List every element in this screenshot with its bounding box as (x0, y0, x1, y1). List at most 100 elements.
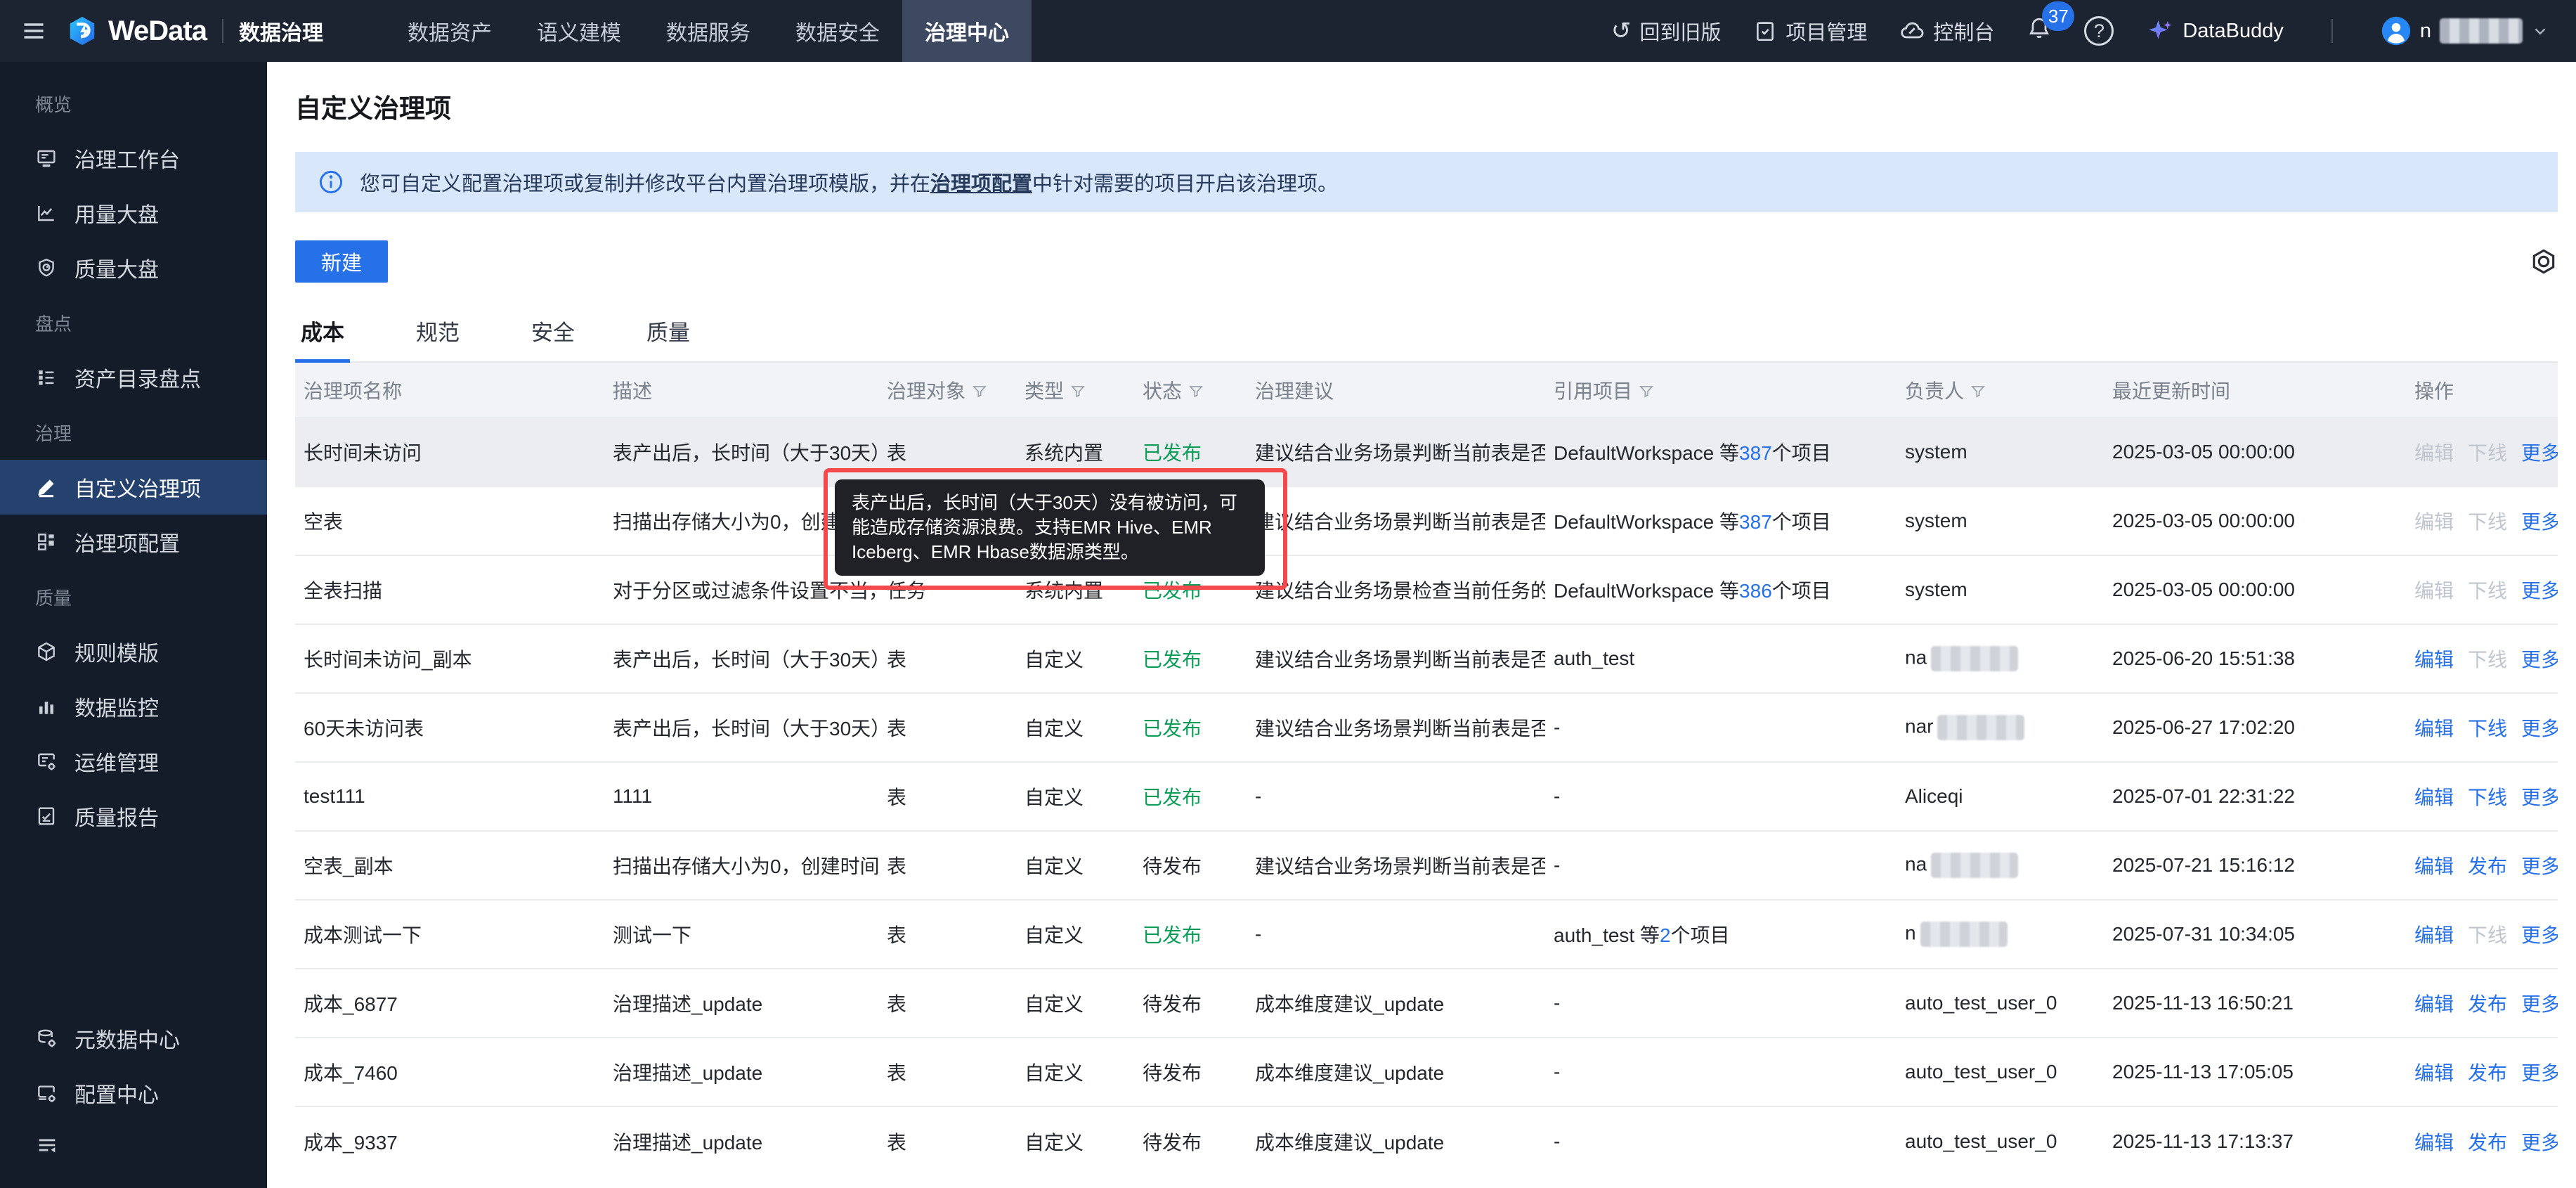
hamburger-menu-icon[interactable] (21, 18, 46, 44)
sidebar-collapse-button[interactable] (0, 1121, 267, 1170)
action-更多[interactable]: 更多 (2521, 718, 2558, 740)
filter-funnel-icon[interactable] (1069, 383, 1086, 400)
status-badge: 待发布 (1143, 1132, 1202, 1154)
action-下线[interactable]: 下线 (2468, 787, 2507, 808)
action-发布[interactable]: 发布 (2468, 1132, 2507, 1154)
cell-type: 自定义 (1016, 624, 1134, 693)
action-更多[interactable]: 更多 (2521, 580, 2558, 602)
sidebar-item[interactable]: 治理项配置 (0, 515, 267, 569)
action-更多[interactable]: 更多 (2521, 787, 2558, 808)
cell-status: 待发布 (1134, 1038, 1247, 1106)
action-编辑[interactable]: 编辑 (2414, 649, 2454, 671)
action-编辑[interactable]: 编辑 (2414, 1062, 2454, 1084)
action-发布[interactable]: 发布 (2468, 1062, 2507, 1084)
edit-pen-icon (35, 476, 58, 498)
action-编辑[interactable]: 编辑 (2414, 787, 2454, 808)
column-header: 操作 (2406, 363, 2558, 418)
cell-suggestion: 建议结合业务场景判断当前表是否... (1247, 624, 1545, 693)
sidebar-bottom: 元数据中心配置中心 (0, 1011, 267, 1170)
nav-item-2[interactable]: 数据服务 (644, 0, 773, 62)
sidebar-item[interactable]: 配置中心 (0, 1066, 267, 1121)
tab-3[interactable]: 质量 (641, 315, 696, 363)
notifications-bell[interactable]: 37 (2027, 15, 2052, 46)
cell-projects: - (1545, 1038, 1897, 1106)
cell-suggestion: 成本维度建议_update (1247, 1038, 1545, 1106)
nav-item-3[interactable]: 数据安全 (773, 0, 902, 62)
cell-updated: 2025-11-13 17:05:05 (2104, 1038, 2406, 1106)
action-更多[interactable]: 更多 (2521, 649, 2558, 671)
table-row: test1111111表自定义已发布--Aliceqi2025-07-01 22… (295, 762, 2558, 831)
action-发布[interactable]: 发布 (2468, 856, 2507, 877)
user-menu[interactable]: n (2381, 15, 2549, 46)
sidebar-item[interactable]: 质量大盘 (0, 240, 267, 295)
action-编辑[interactable]: 编辑 (2414, 1132, 2454, 1154)
action-编辑[interactable]: 编辑 (2414, 924, 2454, 946)
action-下线[interactable]: 下线 (2468, 718, 2507, 740)
filter-funnel-icon[interactable] (971, 383, 988, 400)
user-name-blurred (2440, 18, 2523, 44)
action-发布[interactable]: 发布 (2468, 993, 2507, 1015)
product-name[interactable]: 数据治理 (239, 15, 323, 46)
console-link[interactable]: 控制台 (1899, 16, 1994, 46)
page-title: 自定义治理项 (295, 87, 2576, 125)
create-button[interactable]: 新建 (295, 240, 388, 283)
banner-link-governance-config[interactable]: 治理项配置 (930, 173, 1032, 195)
action-更多[interactable]: 更多 (2521, 511, 2558, 533)
filter-funnel-icon[interactable] (1638, 383, 1655, 400)
sidebar-item[interactable]: 用量大盘 (0, 186, 267, 240)
tab-1[interactable]: 规范 (410, 315, 465, 363)
sidebar-item[interactable]: 质量报告 (0, 789, 267, 844)
sidebar-item[interactable]: 元数据中心 (0, 1011, 267, 1066)
table-settings-icon[interactable] (2530, 247, 2558, 276)
governance-items-table: 治理项名称描述治理对象类型状态治理建议引用项目负责人最近更新时间操作 长时间未访… (295, 363, 2558, 1175)
action-编辑[interactable]: 编辑 (2414, 993, 2454, 1015)
info-banner: 您可自定义配置治理项或复制并修改平台内置治理项模版，并在治理项配置中针对需要的项… (295, 152, 2558, 212)
table-row: 长时间未访问表产出后，长时间（大于30天）...表系统内置已发布建议结合业务场景… (295, 418, 2558, 486)
sidebar-item[interactable]: 运维管理 (0, 734, 267, 789)
filter-funnel-icon[interactable] (1970, 383, 1986, 400)
tab-0[interactable]: 成本 (295, 315, 350, 363)
action-更多[interactable]: 更多 (2521, 856, 2558, 877)
navbar-left: WeData 数据治理 数据资产语义建模数据服务数据安全治理中心 (0, 0, 1032, 62)
sidebar-item[interactable]: 资产目录盘点 (0, 350, 267, 405)
tab-2[interactable]: 安全 (526, 315, 580, 363)
brand-name: WeData (108, 15, 207, 47)
owner-name-blurred (1931, 646, 2018, 671)
category-tabs: 成本 规范 安全 质量 (295, 315, 2558, 363)
nav-item-1[interactable]: 语义建模 (514, 0, 644, 62)
nav-item-0[interactable]: 数据资产 (385, 0, 514, 62)
sidebar-item[interactable]: 自定义治理项 (0, 460, 267, 515)
wedata-logo[interactable]: WeData (66, 15, 207, 47)
filter-funnel-icon[interactable] (1188, 383, 1204, 400)
cell-type: 自定义 (1016, 762, 1134, 831)
status-badge: 已发布 (1143, 787, 1202, 808)
cell-name: 成本_7460 (295, 1038, 604, 1106)
cell-actions: 编辑发布更多 (2406, 1106, 2558, 1175)
sidebar-item[interactable]: 数据监控 (0, 679, 267, 734)
cell-projects: - (1545, 831, 1897, 900)
action-编辑[interactable]: 编辑 (2414, 718, 2454, 740)
cell-owner: system (1897, 555, 2104, 624)
cell-projects: - (1545, 693, 1897, 762)
action-编辑[interactable]: 编辑 (2414, 856, 2454, 877)
cell-name: 全表扫描 (295, 555, 604, 624)
cell-status: 待发布 (1134, 969, 1247, 1038)
action-下线: 下线 (2468, 649, 2507, 671)
project-management[interactable]: 项目管理 (1753, 16, 1867, 46)
nav-item-4[interactable]: 治理中心 (902, 0, 1032, 62)
cell-projects: auth_test 等2个项目 (1545, 900, 1897, 969)
config-grid-icon (35, 531, 58, 553)
help-icon[interactable]: ? (2084, 16, 2114, 46)
column-header: 类型 (1016, 363, 1134, 418)
databuddy-entry[interactable]: DataBuddy (2146, 17, 2284, 45)
action-更多[interactable]: 更多 (2521, 442, 2558, 464)
back-to-legacy[interactable]: ↺ 回到旧版 (1611, 16, 1722, 46)
action-更多[interactable]: 更多 (2521, 1132, 2558, 1154)
sidebar-item-label: 配置中心 (74, 1078, 159, 1109)
action-更多[interactable]: 更多 (2521, 924, 2558, 946)
sidebar-item[interactable]: 规则模版 (0, 624, 267, 679)
sidebar-item[interactable]: 治理工作台 (0, 131, 267, 186)
action-更多[interactable]: 更多 (2521, 1062, 2558, 1084)
action-更多[interactable]: 更多 (2521, 993, 2558, 1015)
usage-chart-icon (35, 202, 58, 224)
